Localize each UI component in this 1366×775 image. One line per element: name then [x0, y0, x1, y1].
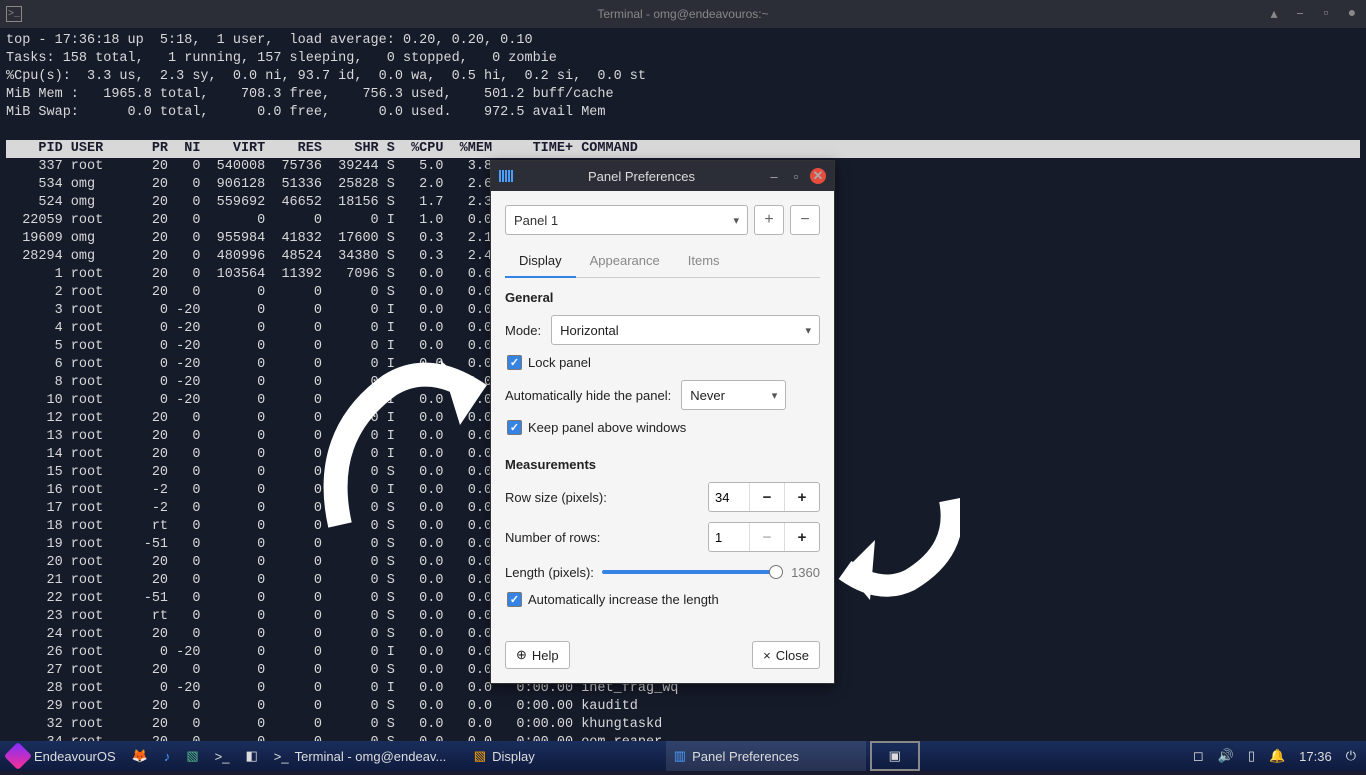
terminal-titlebar[interactable]: >_ Terminal - omg@endeavouros:~ ▴ – ▫ ● [0, 0, 1366, 28]
terminal-task-icon: >_ [274, 749, 289, 764]
task-display-label: Display [492, 749, 535, 764]
firefox-icon: 🦊 [132, 748, 148, 764]
add-panel-button[interactable]: + [754, 205, 784, 235]
minimize-icon[interactable]: – [1292, 6, 1308, 22]
taskbar: EndeavourOS 🦊 ♪ ▧ >_ ◧ >_ Terminal - omg… [0, 741, 1366, 771]
section-measurements: Measurements [505, 457, 820, 472]
tray-notifications-icon[interactable]: 🔔 [1269, 748, 1285, 764]
num-rows-plus[interactable]: + [784, 523, 819, 551]
panel-selector[interactable]: Panel 1 ▾ [505, 205, 748, 235]
chevron-down-icon: ▾ [733, 214, 739, 227]
dialog-titlebar[interactable]: Panel Preferences – ▫ ✕ [491, 161, 834, 191]
task-terminal-label: Terminal - omg@endeav... [295, 749, 447, 764]
dialog-title: Panel Preferences [525, 169, 758, 184]
launcher-label: EndeavourOS [34, 749, 116, 764]
tray-battery-icon[interactable]: ▯ [1248, 748, 1255, 764]
num-rows-spinner[interactable]: − + [708, 522, 820, 552]
show-desktop[interactable]: ◧ [237, 741, 265, 771]
tray-power-icon[interactable]: ⏻ [1346, 748, 1356, 764]
task-terminal[interactable]: >_ Terminal - omg@endeav... [266, 741, 466, 771]
firefox-launcher[interactable]: 🦊 [124, 741, 156, 771]
workspace-switcher[interactable]: ▣ [870, 741, 920, 771]
close-x-icon: × [763, 648, 771, 663]
remove-panel-button[interactable]: − [790, 205, 820, 235]
num-rows-label: Number of rows: [505, 530, 698, 545]
dialog-minimize-icon[interactable]: – [766, 169, 782, 184]
maximize-icon[interactable]: ▫ [1318, 6, 1334, 22]
mode-value: Horizontal [560, 323, 619, 338]
menu-icon[interactable]: ▴ [1266, 6, 1282, 23]
row-size-minus[interactable]: − [749, 483, 784, 511]
close-button-label: Close [776, 648, 809, 663]
tab-appearance[interactable]: Appearance [576, 245, 674, 277]
close-button[interactable]: × Close [752, 641, 820, 669]
desktop-icon: ◧ [245, 748, 257, 764]
auto-increase-checkbox[interactable]: ✓ [507, 592, 522, 607]
folder-icon: ▧ [186, 748, 198, 764]
auto-increase-label: Automatically increase the length [528, 592, 719, 607]
task-panel-label: Panel Preferences [692, 749, 799, 764]
lock-panel-checkbox[interactable]: ✓ [507, 355, 522, 370]
mode-label: Mode: [505, 323, 541, 338]
autohide-value: Never [690, 388, 725, 403]
help-button-label: Help [532, 648, 559, 663]
num-rows-minus[interactable]: − [749, 523, 784, 551]
dialog-maximize-icon[interactable]: ▫ [788, 169, 804, 184]
terminal-small-icon: >_ [215, 749, 230, 764]
task-display[interactable]: ▧ Display [466, 741, 666, 771]
lock-panel-label: Lock panel [528, 355, 591, 370]
autohide-select[interactable]: Never ▾ [681, 380, 786, 410]
num-rows-input[interactable] [709, 523, 749, 551]
tray-screen-icon[interactable]: ◻ [1193, 748, 1204, 764]
panel-task-icon: ▥ [674, 748, 686, 764]
launcher-icon [4, 742, 32, 770]
files-launcher[interactable]: ▧ [178, 741, 206, 771]
tab-display[interactable]: Display [505, 245, 576, 278]
help-icon: ⊕ [516, 647, 527, 663]
panel-selector-label: Panel 1 [514, 213, 558, 228]
task-panel-preferences[interactable]: ▥ Panel Preferences [666, 741, 866, 771]
close-icon[interactable]: ● [1344, 6, 1360, 22]
chevron-down-icon: ▾ [772, 389, 778, 402]
keep-above-label: Keep panel above windows [528, 420, 686, 435]
tab-items[interactable]: Items [674, 245, 734, 277]
tray-clock[interactable]: 17:36 [1299, 749, 1332, 764]
tray-volume-icon[interactable]: 🔊 [1218, 748, 1234, 764]
mode-select[interactable]: Horizontal ▾ [551, 315, 820, 345]
dialog-close-icon[interactable]: ✕ [810, 168, 826, 184]
panel-preferences-dialog: Panel Preferences – ▫ ✕ Panel 1 ▾ + − Di… [490, 160, 835, 684]
row-size-spinner[interactable]: − + [708, 482, 820, 512]
slider-thumb[interactable] [769, 565, 783, 579]
terminal-launcher[interactable]: >_ [207, 741, 238, 771]
panel-icon [499, 170, 517, 182]
autohide-label: Automatically hide the panel: [505, 388, 671, 403]
music-icon: ♪ [164, 749, 171, 764]
row-size-input[interactable] [709, 483, 749, 511]
length-slider[interactable] [602, 562, 783, 582]
app-launcher[interactable]: EndeavourOS [0, 741, 124, 771]
chevron-down-icon: ▾ [805, 324, 811, 337]
keep-above-checkbox[interactable]: ✓ [507, 420, 522, 435]
display-icon: ▧ [474, 748, 486, 764]
help-button[interactable]: ⊕ Help [505, 641, 570, 669]
terminal-icon: >_ [6, 6, 22, 22]
section-general: General [505, 290, 820, 305]
music-launcher[interactable]: ♪ [156, 741, 179, 771]
workspace-icon: ▣ [889, 748, 901, 764]
length-label: Length (pixels): [505, 565, 594, 580]
row-size-plus[interactable]: + [784, 483, 819, 511]
length-value: 1360 [791, 565, 820, 580]
terminal-title: Terminal - omg@endeavouros:~ [597, 7, 768, 21]
row-size-label: Row size (pixels): [505, 490, 698, 505]
